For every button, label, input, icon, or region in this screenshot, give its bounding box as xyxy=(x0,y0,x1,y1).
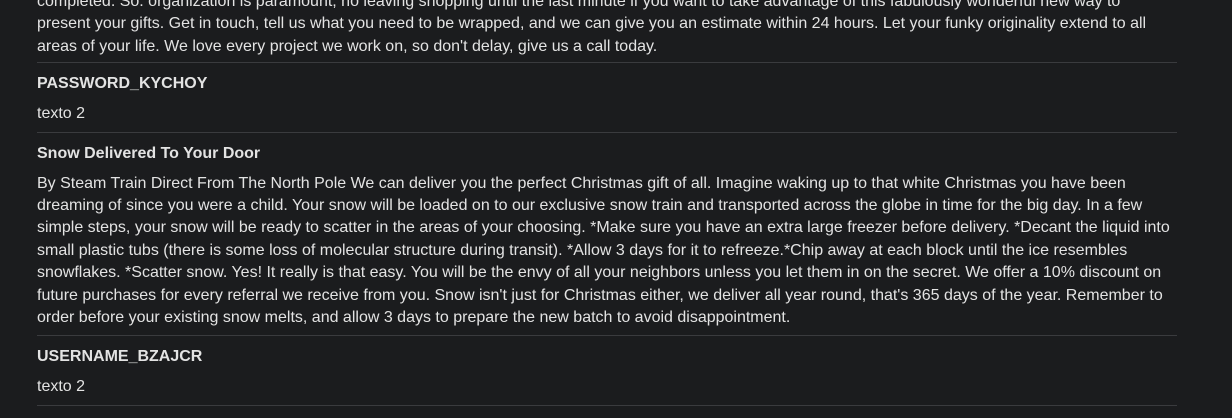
entry-body: completed. So. organization is paramount… xyxy=(37,0,1147,55)
entry-body: texto 2 xyxy=(37,378,86,396)
entry-item: completed. So. organization is paramount… xyxy=(37,0,1177,64)
entry-title: USERNAME_BZAJCR xyxy=(37,348,203,366)
entry-item: USERNAME_BZAJCR texto 2 xyxy=(37,336,1177,406)
entry-item: Snow Delivered To Your Door By Steam Tra… xyxy=(37,133,1177,337)
entry-item: PASSWORD_KYCHOY texto 2 xyxy=(37,63,1177,133)
entry-title: PASSWORD_KYCHOY xyxy=(37,75,208,93)
entry-title: Snow Delivered To Your Door xyxy=(37,144,261,162)
entry-body: texto 2 xyxy=(37,105,86,123)
entry-body: By Steam Train Direct From The North Pol… xyxy=(37,174,1170,327)
entries-list: completed. So. organization is paramount… xyxy=(37,0,1177,406)
